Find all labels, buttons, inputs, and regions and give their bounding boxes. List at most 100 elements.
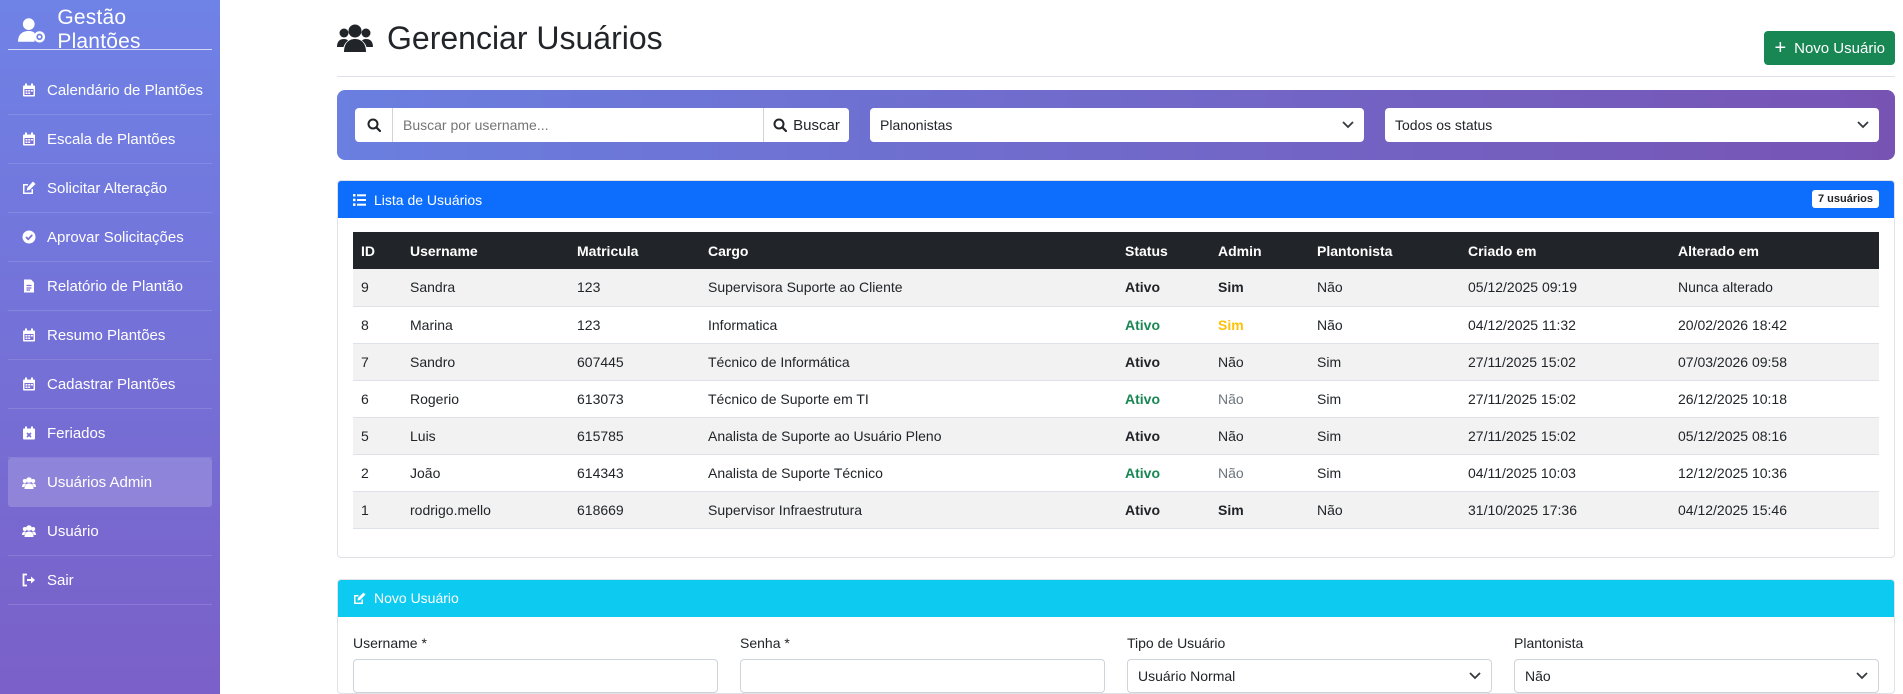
cell-criado: 04/12/2025 11:32 bbox=[1460, 306, 1670, 344]
cell-matricula: 123 bbox=[569, 306, 700, 344]
cell-admin: Sim bbox=[1210, 306, 1309, 344]
cell-cargo: Supervisor Infraestrutura bbox=[700, 491, 1117, 529]
cell-matricula: 613073 bbox=[569, 380, 700, 418]
cell-criado: 27/11/2025 15:02 bbox=[1460, 343, 1670, 381]
column-header[interactable]: Alterado em bbox=[1670, 232, 1879, 269]
cell-id: 8 bbox=[353, 306, 402, 344]
user-gear-icon bbox=[18, 17, 46, 42]
check-circle-icon bbox=[21, 229, 37, 245]
cell-status: Ativo bbox=[1117, 491, 1210, 529]
cell-status: Ativo bbox=[1117, 269, 1210, 307]
username-field[interactable] bbox=[353, 658, 718, 693]
cell-cargo: Supervisora Suporte ao Cliente bbox=[700, 269, 1117, 307]
search-group: Buscar bbox=[355, 108, 849, 142]
sidebar-item-label: Aprovar Solicitações bbox=[47, 228, 184, 246]
page-title: Gerenciar Usuários bbox=[387, 19, 663, 56]
sidebar-item-aprovar-solicitacoes[interactable]: Aprovar Solicitações bbox=[8, 213, 212, 262]
user-list-body: ID Username Matricula Cargo Status Admin Plant… bbox=[338, 218, 1894, 557]
table-row[interactable]: 5 Luis 615785 Analista de Suporte ao Usuári… bbox=[353, 417, 1879, 455]
cell-cargo: Informatica bbox=[700, 306, 1117, 344]
search-button[interactable]: Buscar bbox=[763, 108, 849, 142]
new-user-header: Novo Usuário bbox=[338, 579, 1894, 617]
chevron-down-icon bbox=[1469, 671, 1481, 679]
senha-label: Senha * bbox=[740, 634, 790, 651]
brand[interactable]: Gestão Plantões bbox=[8, 0, 212, 53]
tipo-select[interactable]: Usuário Normal bbox=[1127, 658, 1492, 693]
new-user-card: Novo Usuário Username * Senha * Tipo de … bbox=[337, 578, 1895, 694]
sidebar-item-label: Relatório de Plantão bbox=[47, 277, 183, 295]
column-header[interactable]: Criado em bbox=[1460, 232, 1670, 269]
cell-status: Ativo bbox=[1117, 343, 1210, 381]
cell-id: 1 bbox=[353, 491, 402, 529]
filter-bar: Buscar Planonistas Todos os status bbox=[337, 90, 1895, 160]
table-row[interactable]: 6 Rogerio 613073 Técnico de Suporte em TI At… bbox=[353, 380, 1879, 418]
cell-alterado: 05/12/2025 08:16 bbox=[1670, 417, 1879, 455]
username-label: Username * bbox=[353, 634, 427, 651]
user-type-select[interactable]: Planonistas bbox=[870, 108, 1364, 142]
sidebar-item-label: Feriados bbox=[47, 424, 106, 442]
sidebar-item-label: Usuário bbox=[47, 522, 99, 540]
cell-matricula: 615785 bbox=[569, 417, 700, 455]
status-select[interactable]: Todos os status bbox=[1385, 108, 1879, 142]
app-title: Gestão Plantões bbox=[57, 5, 141, 53]
table-row[interactable]: 9 Sandra 123 Supervisora Suporte ao Cliente… bbox=[353, 269, 1879, 307]
table-row[interactable]: 1 rodrigo.mello 618669 Supervisor Infraestr… bbox=[353, 491, 1879, 529]
sidebar-nav: Calendário de Plantões Escala de Plantões… bbox=[0, 66, 220, 605]
cell-cargo: Técnico de Suporte em TI bbox=[700, 380, 1117, 418]
main-content: Gerenciar Usuários + Novo Usuário Buscar… bbox=[337, 0, 1895, 694]
cell-status: Ativo bbox=[1117, 306, 1210, 344]
sidebar-item-usuario[interactable]: Usuário bbox=[8, 507, 212, 556]
sidebar-item-cadastrar-plantoes[interactable]: Cadastrar Plantões bbox=[8, 360, 212, 409]
tipo-select-value: Usuário Normal bbox=[1138, 667, 1236, 684]
cell-username: Luis bbox=[402, 417, 569, 455]
column-header[interactable]: Status bbox=[1117, 232, 1210, 269]
column-header[interactable]: Cargo bbox=[700, 232, 1117, 269]
sidebar-item-calendario-de-plantoes[interactable]: Calendário de Plantões bbox=[8, 66, 212, 115]
cell-admin: Sim bbox=[1210, 269, 1309, 307]
sidebar-item-relatorio-de-plantao[interactable]: Relatório de Plantão bbox=[8, 262, 212, 311]
tipo-group: Tipo de Usuário Usuário Normal bbox=[1127, 635, 1492, 693]
plantonista-select[interactable]: Não bbox=[1514, 658, 1879, 693]
column-header[interactable]: Matricula bbox=[569, 232, 700, 269]
new-user-button[interactable]: + Novo Usuário bbox=[1764, 31, 1895, 65]
page-header: Gerenciar Usuários + Novo Usuário bbox=[337, 0, 1895, 77]
cell-plantonista: Não bbox=[1309, 491, 1460, 529]
column-header[interactable]: Username bbox=[402, 232, 569, 269]
sidebar-item-label: Sair bbox=[47, 571, 74, 589]
sidebar-item-resumo-plantoes[interactable]: Resumo Plantões bbox=[8, 311, 212, 360]
table-row[interactable]: 7 Sandro 607445 Técnico de Informática Ativo… bbox=[353, 343, 1879, 381]
column-header[interactable]: Plantonista bbox=[1309, 232, 1460, 269]
cell-alterado: 04/12/2025 15:46 bbox=[1670, 491, 1879, 529]
cell-username: Sandro bbox=[402, 343, 569, 381]
cell-admin: Não bbox=[1210, 454, 1309, 492]
column-header[interactable]: Admin bbox=[1210, 232, 1309, 269]
users-icon bbox=[21, 523, 37, 539]
table-row[interactable]: 2 João 614343 Analista de Suporte Técnico At… bbox=[353, 454, 1879, 492]
tipo-label: Tipo de Usuário bbox=[1127, 634, 1226, 651]
search-input[interactable] bbox=[393, 108, 763, 142]
users-icon bbox=[21, 475, 37, 491]
cell-admin: Não bbox=[1210, 380, 1309, 418]
cell-criado: 27/11/2025 15:02 bbox=[1460, 380, 1670, 418]
sidebar-item-sair[interactable]: Sair bbox=[8, 556, 212, 605]
senha-group: Senha * bbox=[740, 635, 1105, 693]
table-body: 9 Sandra 123 Supervisora Suporte ao Cliente… bbox=[353, 269, 1879, 529]
cell-username: Rogerio bbox=[402, 380, 569, 418]
users-icon bbox=[337, 24, 373, 52]
table-row[interactable]: 8 Marina 123 Informatica Ativo Sim Não 04/12/20… bbox=[353, 306, 1879, 344]
search-icon bbox=[355, 108, 393, 142]
cell-matricula: 607445 bbox=[569, 343, 700, 381]
cell-criado: 31/10/2025 17:36 bbox=[1460, 491, 1670, 529]
sidebar-item-usuarios-admin[interactable]: Usuários Admin bbox=[8, 458, 212, 507]
plantonista-group: Plantonista Não bbox=[1514, 635, 1879, 693]
sidebar-item-label: Solicitar Alteração bbox=[47, 179, 168, 197]
sidebar-item-escala-de-plantoes[interactable]: Escala de Plantões bbox=[8, 115, 212, 164]
sidebar-item-solicitar-alteracao[interactable]: Solicitar Alteração bbox=[8, 164, 212, 213]
sidebar-item-feriados[interactable]: Feriados bbox=[8, 409, 212, 458]
cell-id: 9 bbox=[353, 269, 402, 307]
plantonista-select-value: Não bbox=[1525, 667, 1551, 684]
column-header[interactable]: ID bbox=[353, 232, 402, 269]
cell-admin: Não bbox=[1210, 417, 1309, 455]
senha-field[interactable] bbox=[740, 658, 1105, 693]
cell-cargo: Técnico de Informática bbox=[700, 343, 1117, 381]
